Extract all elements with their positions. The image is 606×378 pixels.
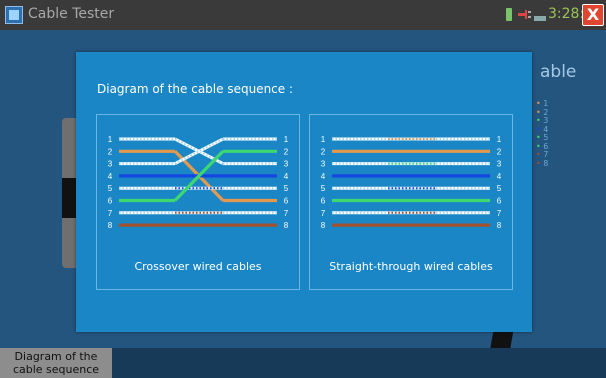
crossover-caption: Crossover wired cables — [134, 260, 262, 273]
crossover-diagram-panel: 1 2 3 4 5 6 7 8 1 2 3 4 5 6 7 8 Crossover wired cables — [96, 114, 300, 290]
background-pin-label: 8 — [543, 158, 549, 168]
left-pin-label: 3 — [321, 160, 326, 169]
left-pin-label: 5 — [321, 184, 326, 193]
left-pin-label: 7 — [108, 209, 113, 218]
right-pin-label: 4 — [284, 172, 289, 181]
background-pin-list: • 1 • 2 • 3 • 4 • 5 • 6 • 7 • 8 — [536, 99, 549, 169]
right-pin-label: 8 — [497, 221, 502, 230]
left-pin-label: 1 — [321, 135, 326, 144]
left-pin-label: 5 — [108, 184, 113, 193]
dialog-title: Diagram of the cable sequence : — [97, 82, 294, 96]
right-pin-label: 3 — [284, 160, 289, 169]
left-pin-label: 7 — [321, 209, 326, 218]
title-bar: Cable Tester 3:28:02 X — [0, 0, 606, 30]
left-pin-label: 6 — [108, 197, 113, 206]
diagram-sequence-button[interactable]: Diagram of the cable sequence — [0, 348, 112, 378]
right-pin-label: 7 — [497, 209, 502, 218]
right-pin-label: 5 — [497, 184, 502, 193]
right-pin-label: 8 — [284, 221, 289, 230]
close-icon: X — [586, 5, 600, 24]
background-pin-row: • 8 — [536, 158, 549, 169]
right-pin-label: 2 — [497, 147, 502, 156]
left-pin-label: 6 — [321, 197, 326, 206]
right-pin-label: 1 — [497, 135, 502, 144]
left-pin-label: 1 — [108, 135, 113, 144]
left-pin-label: 8 — [321, 221, 326, 230]
close-button[interactable]: X — [582, 4, 604, 26]
window-title: Cable Tester — [28, 6, 115, 22]
left-pin-label: 2 — [108, 147, 113, 156]
right-pin-label: 1 — [284, 135, 289, 144]
left-pin-label: 4 — [108, 172, 113, 181]
straight-caption: Straight-through wired cables — [329, 260, 493, 273]
straight-wiring-diagram: 1 2 3 4 5 6 7 8 1 2 3 4 5 6 7 8 — [321, 135, 502, 230]
crossover-wiring-diagram: 1 2 3 4 5 6 7 8 1 2 3 4 5 6 7 8 — [108, 135, 289, 230]
charging-icon — [518, 10, 531, 19]
right-pin-label: 3 — [497, 160, 502, 169]
right-pin-label: 6 — [497, 197, 502, 206]
left-pin-label: 4 — [321, 172, 326, 181]
right-pin-label: 6 — [284, 197, 289, 206]
right-pin-label: 2 — [284, 147, 289, 156]
signal-icon — [534, 16, 546, 21]
left-pin-label: 3 — [108, 160, 113, 169]
cable-tester-screen: Cable Tester 3:28:02 X able • 1 • 2 • 3 • 4… — [0, 0, 606, 378]
cable-sequence-dialog[interactable]: Diagram of the cable sequence : 1 2 3 4 5 6 7 8… — [76, 52, 532, 332]
right-pin-label: 7 — [284, 209, 289, 218]
cable-tester-app-icon — [5, 6, 23, 24]
left-pin-label: 2 — [321, 147, 326, 156]
background-title-fragment: able — [540, 62, 577, 82]
battery-icon — [506, 8, 512, 21]
right-pin-label: 5 — [284, 184, 289, 193]
straight-diagram-panel: 1 2 3 4 5 6 7 8 1 2 3 4 5 6 7 8 Straight-through wired … — [309, 114, 513, 290]
right-pin-label: 4 — [497, 172, 502, 181]
left-pin-label: 8 — [108, 221, 113, 230]
